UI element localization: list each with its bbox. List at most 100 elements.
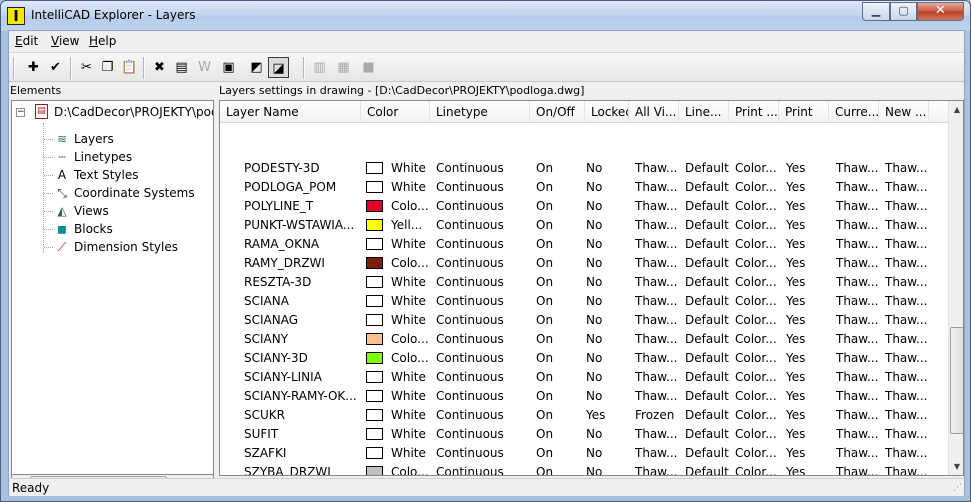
cell-name: SUFIT bbox=[244, 427, 279, 441]
purge-icon[interactable]: ▣ bbox=[218, 57, 239, 78]
column-header[interactable]: Line... bbox=[679, 101, 729, 123]
table-row[interactable]: RESZTA-3D White Continuous On No Thaw... Defau… bbox=[220, 273, 948, 292]
color-swatch[interactable] bbox=[366, 181, 383, 193]
column-header[interactable]: Linetype bbox=[430, 101, 530, 123]
cell-linetype: Continuous bbox=[436, 446, 504, 460]
scroll-thumb[interactable] bbox=[950, 327, 963, 434]
tree-item-text-styles[interactable]: A Text Styles bbox=[44, 166, 213, 184]
color-swatch[interactable] bbox=[366, 447, 383, 459]
table-row[interactable]: SCIANY-RAMY-OK... White Continuous On No Thaw… bbox=[220, 387, 948, 406]
column-header[interactable]: On/Off bbox=[530, 101, 585, 123]
table-row[interactable]: SZAFKI White Continuous On No Thaw... Default C… bbox=[220, 444, 948, 463]
maximize-button[interactable]: ▢ bbox=[890, 2, 917, 21]
toolbar-grip[interactable] bbox=[13, 57, 15, 79]
toolbar-separator bbox=[143, 57, 145, 79]
tree-item-coordinate-systems[interactable]: ⤡ Coordinate Systems bbox=[44, 184, 213, 202]
set-current-icon[interactable]: ✔ bbox=[45, 57, 66, 78]
layers-table[interactable]: Layer Name Color Linetype On/Off Locked All V… bbox=[219, 100, 964, 476]
paste-icon[interactable]: 📋 bbox=[119, 57, 140, 78]
layer-states-icon[interactable]: ◪ bbox=[268, 57, 289, 78]
color-swatch[interactable] bbox=[366, 162, 383, 174]
column-header[interactable]: Locked bbox=[585, 101, 629, 123]
toolbar-separator bbox=[70, 57, 72, 79]
color-swatch[interactable] bbox=[366, 257, 383, 269]
color-swatch[interactable] bbox=[366, 295, 383, 307]
tree-connector bbox=[44, 175, 53, 176]
cell-locked: No bbox=[586, 370, 603, 384]
cell-name: SCIANA bbox=[244, 294, 289, 308]
column-header[interactable]: All Vi... bbox=[629, 101, 679, 123]
regen-icon[interactable]: ◩ bbox=[246, 57, 267, 78]
table-row[interactable]: POLYLINE_T Colo... Continuous On No Thaw... De… bbox=[220, 197, 948, 216]
view-list-icon[interactable]: ▥ bbox=[309, 57, 330, 78]
tree-connector bbox=[44, 229, 53, 230]
table-row[interactable]: RAMY_DRZWI Colo... Continuous On No Thaw... De… bbox=[220, 254, 948, 273]
properties-icon[interactable]: ▤ bbox=[171, 57, 192, 78]
copy-icon[interactable]: ❐ bbox=[97, 57, 118, 78]
scroll-down-arrow-icon[interactable]: ▼ bbox=[949, 458, 963, 475]
cell-on: On bbox=[536, 446, 554, 460]
title-bar[interactable]: I IntelliCAD Explorer - Layers ▁ ▢ ✕ bbox=[1, 1, 970, 30]
cell-printst: Color... bbox=[735, 427, 777, 441]
column-header[interactable]: Curre... bbox=[829, 101, 879, 123]
color-swatch[interactable] bbox=[366, 390, 383, 402]
elements-tree[interactable]: − ▤ D:\CadDecor\PROJEKTY\podłoga.dwg ≋ La… bbox=[11, 100, 214, 475]
table-row[interactable]: PODESTY-3D White Continuous On No Thaw... Defa… bbox=[220, 159, 948, 178]
rename-icon[interactable]: W bbox=[194, 57, 215, 78]
tree-item-linetypes[interactable]: ┄ Linetypes bbox=[44, 148, 213, 166]
color-swatch[interactable] bbox=[366, 200, 383, 212]
table-row[interactable]: SCIANAG White Continuous On No Thaw... Default… bbox=[220, 311, 948, 330]
tree-connector bbox=[44, 139, 53, 140]
tree-item-views[interactable]: ◭ Views bbox=[44, 202, 213, 220]
table-row[interactable]: PUNKT-WSTAWIA... Yell... Continuous On No Tha… bbox=[220, 216, 948, 235]
collapse-icon[interactable]: − bbox=[16, 108, 25, 117]
table-row[interactable]: RAMA_OKNA White Continuous On No Thaw... Defau… bbox=[220, 235, 948, 254]
table-row[interactable]: SUFIT White Continuous On No Thaw... Default Co… bbox=[220, 425, 948, 444]
tree-root-drawing[interactable]: D:\CadDecor\PROJEKTY\podłoga.dwg bbox=[54, 105, 213, 119]
cut-icon[interactable]: ✂ bbox=[76, 57, 97, 78]
color-swatch[interactable] bbox=[366, 238, 383, 250]
menu-view[interactable]: View bbox=[51, 34, 79, 48]
table-row[interactable]: PODLOGA_POM White Continuous On No Thaw... Def… bbox=[220, 178, 948, 197]
color-swatch[interactable] bbox=[366, 333, 383, 345]
delete-icon[interactable]: ✖ bbox=[149, 57, 170, 78]
cell-on: On bbox=[536, 180, 554, 194]
table-row[interactable]: SCIANA White Continuous On No Thaw... Default C… bbox=[220, 292, 948, 311]
new-layer-icon[interactable]: ✚ bbox=[23, 57, 44, 78]
menu-help[interactable]: Help bbox=[89, 34, 116, 48]
table-vertical-scrollbar[interactable]: ▲ ▼ bbox=[948, 101, 963, 475]
menu-edit[interactable]: Edit bbox=[15, 34, 38, 48]
color-swatch[interactable] bbox=[366, 219, 383, 231]
table-row[interactable]: SZYBA_DRZWI Colo... Continuous On No Thaw... D… bbox=[220, 463, 948, 475]
column-header[interactable]: Color bbox=[361, 101, 430, 123]
table-row[interactable]: SCIANY Colo... Continuous On No Thaw... Defaul… bbox=[220, 330, 948, 349]
column-header[interactable]: Print ... bbox=[729, 101, 779, 123]
color-swatch[interactable] bbox=[366, 371, 383, 383]
color-swatch[interactable] bbox=[366, 276, 383, 288]
tree-item-dimension-styles[interactable]: ⟋ Dimension Styles bbox=[44, 238, 213, 256]
column-header[interactable]: New ... bbox=[879, 101, 929, 123]
cell-allvi: Thaw... bbox=[635, 389, 678, 403]
menu-bar: Edit View Help bbox=[9, 31, 964, 51]
lock-icon[interactable]: ■ bbox=[358, 57, 379, 78]
column-header[interactable]: Layer Name bbox=[220, 101, 361, 123]
color-swatch[interactable] bbox=[366, 428, 383, 440]
color-swatch[interactable] bbox=[366, 352, 383, 364]
color-swatch[interactable] bbox=[366, 314, 383, 326]
table-row[interactable]: SCUKR White Continuous On Yes Frozen Default Co… bbox=[220, 406, 948, 425]
view-details-icon[interactable]: ▦ bbox=[333, 57, 354, 78]
color-swatch[interactable] bbox=[366, 466, 383, 475]
column-header[interactable]: Print bbox=[779, 101, 829, 123]
color-swatch[interactable] bbox=[366, 409, 383, 421]
table-row[interactable]: SCIANY-LINIA White Continuous On No Thaw... De… bbox=[220, 368, 948, 387]
tree-item-blocks[interactable]: ◼ Blocks bbox=[44, 220, 213, 238]
cell-curr: Thaw... bbox=[836, 256, 879, 270]
close-button[interactable]: ✕ bbox=[917, 2, 964, 21]
cell-print: Yes bbox=[786, 161, 806, 175]
minimize-button[interactable]: ▁ bbox=[862, 2, 890, 21]
scroll-up-arrow-icon[interactable]: ▲ bbox=[949, 101, 963, 118]
table-row[interactable]: SCIANY-3D Colo... Continuous On No Thaw... Def… bbox=[220, 349, 948, 368]
cell-name: SCIANY-LINIA bbox=[244, 370, 322, 384]
tree-item-layers[interactable]: ≋ Layers bbox=[44, 130, 213, 148]
resize-grip-icon[interactable]: ⋰ bbox=[950, 482, 962, 494]
